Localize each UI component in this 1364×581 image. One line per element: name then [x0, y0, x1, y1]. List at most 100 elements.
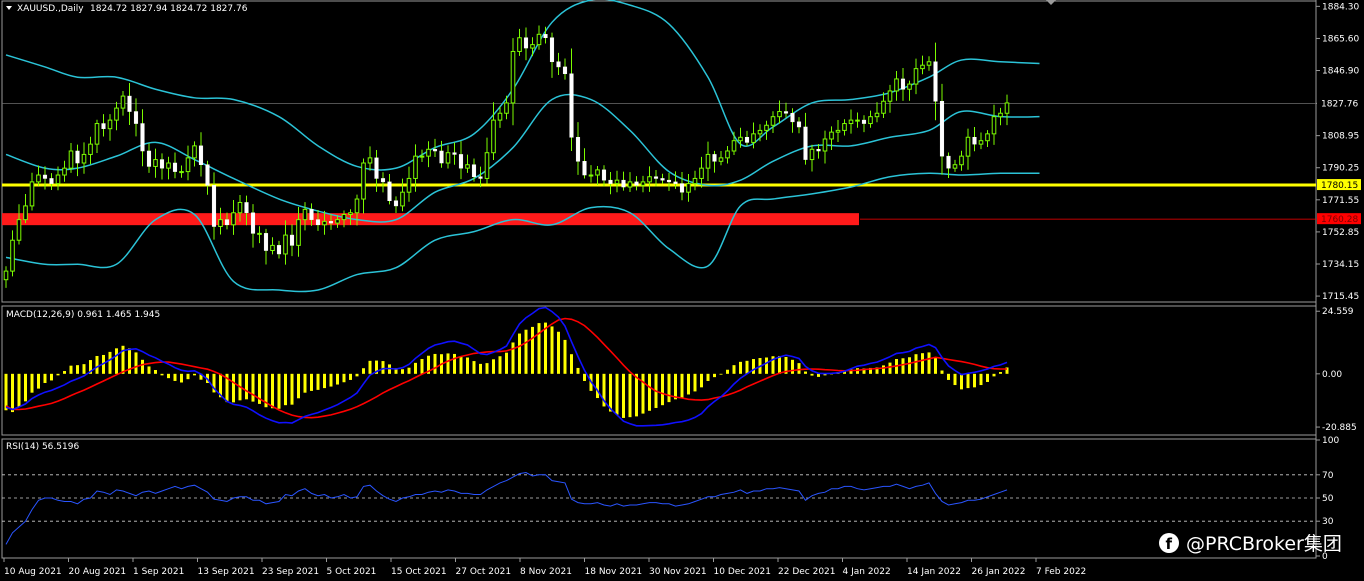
macd-histogram-bar [960, 373, 963, 390]
macd-histogram-bar [518, 333, 521, 374]
candle-bull [341, 213, 347, 221]
candle-bull [842, 123, 847, 131]
macd-histogram-bar [934, 357, 937, 374]
rsi-tick-label: 100 [1322, 436, 1339, 446]
macd-histogram-bar [76, 365, 79, 374]
macd-histogram-bar [108, 351, 112, 374]
candle-bull [16, 219, 22, 241]
candle-bull [595, 169, 600, 176]
date-tick-label: 18 Nov 2021 [585, 567, 643, 577]
macd-histogram-bar [986, 373, 989, 382]
macd-histogram-bar [271, 373, 274, 409]
candle-bear [140, 123, 145, 152]
panel-border-2 [1, 438, 1317, 559]
macd-histogram-bar [316, 373, 320, 390]
macd-histogram-bar [927, 352, 931, 374]
macd-histogram-bar [719, 373, 723, 375]
candle-bull [185, 157, 191, 173]
price-panel[interactable] [2, 0, 1316, 293]
candle-bear [42, 174, 48, 179]
macd-histogram-bar [69, 365, 73, 374]
macd-histogram-bar [297, 373, 300, 399]
macd-title: MACD(12,26,9) 0.961 1.465 1.945 [6, 310, 160, 320]
macd-histogram-bar [186, 373, 190, 380]
macd-histogram-bar [290, 373, 294, 405]
candle-bear [582, 161, 587, 176]
macd-histogram-bar [563, 339, 567, 374]
candle-bear [783, 111, 789, 114]
candle-bull [536, 33, 542, 46]
macd-histogram-bar [446, 353, 450, 374]
candle-bull [959, 155, 964, 166]
price-tick-label: 1808.95 [1322, 132, 1359, 142]
candle-bull [588, 174, 594, 177]
candle-bear [796, 121, 802, 128]
candle-bear [250, 212, 256, 234]
macd-panel[interactable] [4, 306, 1009, 427]
macd-histogram-bar [570, 354, 573, 374]
candle-bull [874, 112, 880, 118]
menu-triangle-icon[interactable] [6, 6, 12, 10]
candle-bull [55, 174, 61, 185]
macd-histogram-bar [966, 373, 970, 389]
macd-histogram-bar [401, 369, 404, 374]
candle-bull [322, 220, 327, 226]
rsi-panel[interactable] [2, 471, 1316, 545]
bollinger-upper [5, 0, 1040, 171]
date-axis: 10 Aug 2021 20 Aug 2021 1 Sep 2021 13 Sep 2… [3, 558, 1086, 577]
candle-bull [770, 116, 776, 126]
candle-bear [172, 162, 178, 172]
candle-bull [166, 162, 171, 169]
date-tick-label: 15 Oct 2021 [391, 567, 447, 577]
candlestick-series [3, 25, 1010, 288]
candle-bear [478, 176, 483, 179]
candle-bear [608, 179, 613, 184]
macd-histogram-bar [804, 371, 807, 374]
macd-histogram-bar [147, 366, 151, 374]
candle-bull [62, 167, 67, 176]
macd-histogram-bar [615, 373, 619, 415]
macd-histogram-bar [622, 373, 625, 418]
candle-bull [296, 219, 301, 246]
candle-bear [621, 179, 626, 188]
candle-bear [601, 169, 607, 181]
macd-tick-label: -20.885 [1322, 423, 1357, 433]
candle-bull [920, 64, 925, 70]
macd-histogram-bar [973, 373, 976, 388]
candle-bear [679, 183, 685, 193]
macd-histogram-bar [30, 373, 34, 393]
macd-histogram-bar [173, 373, 177, 381]
macd-histogram-bar [329, 373, 333, 387]
macd-histogram-bar [433, 353, 437, 374]
macd-histogram-bar [778, 355, 781, 374]
macd-histogram-bar [628, 373, 632, 418]
svg-text:f: f [1166, 535, 1173, 553]
macd-histogram-bar [940, 370, 944, 374]
price-tick-label: 1771.55 [1322, 196, 1359, 206]
date-tick-label: 4 Jan 2022 [843, 567, 891, 577]
macd-histogram-bar [11, 373, 14, 413]
macd-histogram-bar [765, 357, 768, 374]
macd-tick-label: 0.00 [1322, 370, 1342, 380]
symbol-header[interactable]: XAUUSD.,Daily 1824.72 1827.94 1824.72 18… [6, 4, 248, 14]
candle-bull [718, 157, 724, 162]
macd-histogram-bar [459, 356, 463, 374]
macd-histogram-bar [511, 342, 515, 374]
candle-bull [757, 129, 763, 135]
candle-bear [458, 154, 464, 169]
candle-bull [413, 155, 418, 179]
macd-histogram-bar [407, 367, 411, 374]
candle-bear [263, 233, 269, 251]
macd-histogram-bar [43, 373, 47, 383]
macd-histogram-bar [277, 373, 281, 409]
macd-histogram-bar [557, 331, 560, 374]
macd-histogram-bar [368, 360, 372, 374]
price-tick-label: 1790.25 [1322, 164, 1359, 174]
candle-bull [114, 107, 119, 121]
candle-bull [699, 167, 704, 179]
candle-bear [673, 181, 678, 184]
macd-histogram-bar [583, 373, 586, 381]
macd-histogram-bar [914, 354, 918, 374]
date-tick-label: 10 Dec 2021 [714, 567, 772, 577]
macd-histogram-bar [661, 373, 664, 406]
